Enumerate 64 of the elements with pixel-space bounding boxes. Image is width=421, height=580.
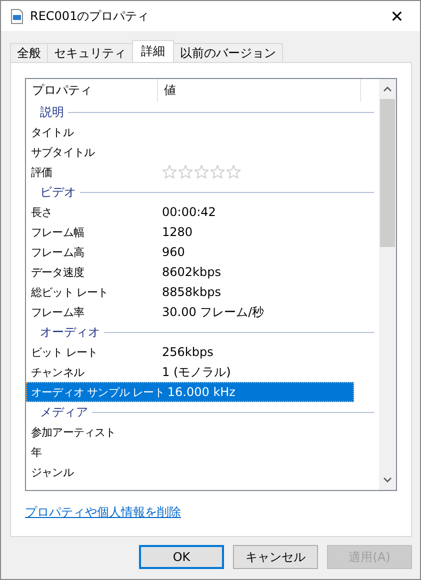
scrollbar[interactable] (379, 79, 396, 490)
property-value: 1 (モノラル) (162, 364, 231, 380)
property-name: フレーム幅 (31, 224, 86, 240)
scroll-down-icon[interactable] (383, 477, 392, 483)
property-row[interactable]: 評価 (26, 162, 354, 182)
group-label: メディア (40, 404, 88, 420)
property-row[interactable]: タイトル (26, 122, 354, 142)
property-value: 256kbps (162, 345, 214, 359)
window-title: REC001のプロパティ (30, 8, 150, 24)
property-row[interactable]: オーディオ サンプル レート 16.000 kHz (26, 382, 354, 402)
property-value: 30.00 フレーム/秒 (162, 304, 264, 320)
property-row[interactable]: フレーム率 30.00 フレーム/秒 (26, 302, 354, 322)
property-name: 長さ (31, 204, 54, 220)
property-row[interactable]: サブタイトル (26, 142, 354, 162)
property-value: 16.000 kHz (167, 385, 236, 399)
property-name: 参加アーティスト (31, 424, 117, 440)
property-name: サブタイトル (31, 144, 96, 160)
tab[interactable]: 全般 (10, 43, 48, 62)
property-name: データ速度 (31, 264, 86, 280)
property-value: 8858kbps (162, 285, 221, 299)
property-name: ジャンル (31, 464, 75, 480)
property-name: 評価 (31, 164, 54, 180)
scroll-up-icon[interactable] (383, 86, 392, 92)
property-value: 960 (162, 245, 185, 259)
remove-properties-link[interactable]: プロパティや個人情報を削除 (25, 504, 181, 521)
close-button[interactable]: ✕ (374, 1, 420, 31)
star-icon (162, 165, 177, 179)
star-icon (194, 165, 209, 179)
property-name: オーディオ サンプル レート (31, 384, 166, 400)
star-icon (210, 165, 225, 179)
tab[interactable]: セキュリティ (47, 43, 133, 62)
property-row[interactable]: ビット レート 256kbps (26, 342, 354, 362)
property-value: 8602kbps (162, 265, 221, 279)
file-icon (11, 8, 23, 24)
property-row[interactable]: フレーム高 960 (26, 242, 354, 262)
property-name: 年 (31, 444, 43, 460)
property-name: チャンネル (31, 364, 86, 380)
tab[interactable]: 以前のバージョン (173, 43, 283, 62)
property-name: 総ビット レート (31, 284, 110, 300)
property-name: ビット レート (31, 344, 99, 360)
property-value: 00:00:42 (162, 205, 216, 219)
property-row[interactable]: データ速度 8602kbps (26, 262, 354, 282)
property-row[interactable]: 年 (26, 442, 354, 462)
property-row[interactable]: 長さ 00:00:42 (26, 202, 354, 222)
column-header[interactable]: 値 (158, 79, 361, 102)
star-icon (178, 165, 193, 179)
property-name: フレーム高 (31, 244, 86, 260)
property-name: フレーム率 (31, 304, 86, 320)
property-row[interactable]: 総ビット レート 8858kbps (26, 282, 354, 302)
group-label: 説明 (40, 104, 64, 120)
dialog-button[interactable]: キャンセル (233, 545, 318, 569)
dialog-button[interactable]: OK (139, 545, 224, 569)
property-row[interactable]: ジャンル (26, 462, 354, 482)
group-label: オーディオ (40, 324, 100, 340)
property-row[interactable]: フレーム幅 1280 (26, 222, 354, 242)
tab[interactable]: 詳細 (132, 40, 174, 62)
property-row[interactable]: 参加アーティスト (26, 422, 354, 442)
star-rating[interactable] (162, 165, 241, 179)
column-header[interactable]: プロパティ (26, 79, 158, 102)
property-row[interactable]: チャンネル 1 (モノラル) (26, 362, 354, 382)
property-name: タイトル (31, 124, 75, 140)
star-icon (226, 165, 241, 179)
property-value: 1280 (162, 225, 193, 239)
group-label: ビデオ (40, 184, 76, 200)
